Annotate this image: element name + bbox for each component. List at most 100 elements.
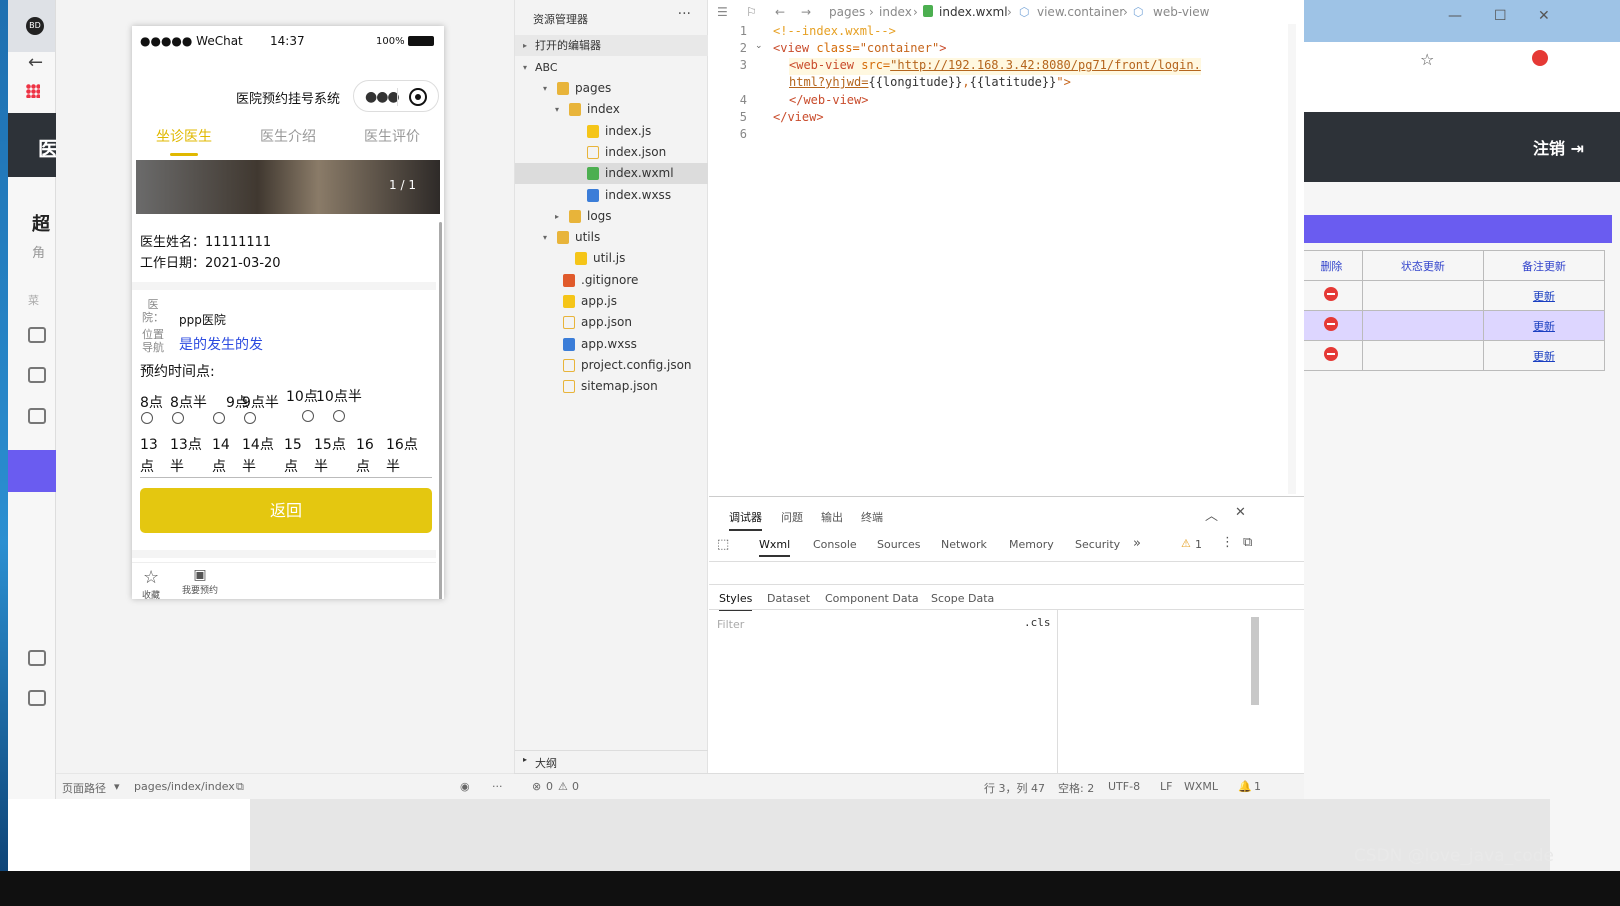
slot-radio[interactable]	[333, 410, 345, 422]
close-miniprogram-icon[interactable]	[409, 88, 427, 106]
tree-item[interactable]: ▸ logs	[515, 206, 708, 227]
star-icon[interactable]: ☆	[1420, 50, 1434, 69]
tree-item[interactable]: index.js	[515, 121, 708, 142]
tree-item[interactable]: app.js	[515, 291, 708, 312]
more-icon[interactable]: ●●●	[365, 89, 400, 105]
more-icon[interactable]: ···	[492, 780, 503, 793]
forward-arrow-icon[interactable]: →	[801, 5, 811, 19]
tab-scope-data[interactable]: Scope Data	[931, 592, 994, 605]
chevron-icon[interactable]: ▾	[555, 99, 559, 120]
maximize-icon[interactable]: ☐	[1494, 8, 1507, 24]
scrollbar[interactable]	[439, 222, 442, 599]
extension-icon[interactable]	[1532, 50, 1548, 66]
delete-icon[interactable]	[1324, 287, 1339, 301]
tree-item[interactable]: ▾ utils	[515, 227, 708, 248]
breadcrumb-item[interactable]: index.wxml	[939, 5, 1008, 19]
capsule-menu[interactable]: ●●●	[353, 80, 439, 112]
slot-radio[interactable]	[172, 412, 184, 424]
chevron-icon[interactable]: ▸	[555, 206, 559, 227]
tree-item[interactable]: index.wxss	[515, 185, 708, 206]
tab-security[interactable]: Security	[1075, 538, 1120, 551]
inspect-icon[interactable]: ⬚	[717, 537, 729, 552]
scrollbar[interactable]	[1251, 617, 1259, 705]
update-link[interactable]: 更新	[1533, 350, 1555, 363]
update-link[interactable]: 更新	[1533, 290, 1555, 303]
apps-grid-icon[interactable]	[26, 84, 40, 98]
slot-radio[interactable]	[141, 412, 153, 424]
slot-radio[interactable]	[244, 412, 256, 424]
slot-radio[interactable]	[213, 412, 225, 424]
styles-filter-input[interactable]: Filter	[709, 612, 1054, 634]
tree-item[interactable]: project.config.json	[515, 355, 708, 376]
cursor-position[interactable]: 行 3，列 47	[984, 780, 1045, 796]
tab-doctor-review[interactable]: 医生评价	[340, 122, 444, 156]
tab-memory[interactable]: Memory	[1009, 538, 1054, 551]
tab-terminal[interactable]: 终端	[861, 509, 883, 525]
tab-doctor-intro[interactable]: 医生介绍	[236, 122, 340, 156]
location-link[interactable]: 是的发生的发	[179, 334, 263, 354]
language-mode[interactable]: WXML	[1184, 780, 1218, 793]
tree-item[interactable]: util.js	[515, 248, 708, 269]
favorite-button[interactable]: ☆ 收藏	[142, 567, 160, 599]
copy-icon[interactable]: ⧉	[236, 780, 244, 794]
chevron-down-icon[interactable]: ▾	[114, 780, 120, 793]
tab-doctors-on-duty[interactable]: 坐诊医生	[132, 122, 236, 156]
book-appointment-button[interactable]: ▣ 我要预约	[182, 567, 218, 596]
slot-radio[interactable]	[302, 410, 314, 422]
chevron-icon[interactable]: ▾	[543, 78, 547, 99]
back-button[interactable]: 返回	[140, 488, 432, 533]
menu-item-icon[interactable]	[28, 650, 46, 666]
back-arrow-icon[interactable]: ←	[775, 5, 785, 19]
menu-item-icon[interactable]	[28, 408, 46, 424]
fold-icon[interactable]: ⌄	[755, 41, 763, 51]
more-tabs-icon[interactable]: »	[1133, 536, 1141, 551]
tree-item[interactable]: ▾ index	[515, 99, 708, 120]
eye-icon[interactable]: ◉	[460, 780, 470, 793]
tree-item[interactable]: .gitignore	[515, 270, 708, 291]
tab-network[interactable]: Network	[941, 538, 987, 551]
minimize-icon[interactable]: —	[1448, 8, 1462, 24]
close-icon[interactable]: ✕	[1235, 505, 1246, 520]
tree-item[interactable]: ▾ pages	[515, 78, 708, 99]
tab-wxml[interactable]: Wxml	[759, 538, 791, 557]
menu-item-active[interactable]	[8, 450, 56, 492]
tab-dataset[interactable]: Dataset	[767, 592, 810, 605]
menu-item-icon[interactable]	[28, 367, 46, 383]
tab-debugger[interactable]: 调试器	[729, 509, 762, 531]
warning-icon[interactable]: ⚠	[558, 780, 568, 793]
line-ending[interactable]: LF	[1160, 780, 1172, 793]
breadcrumb-item[interactable]: view.container	[1037, 5, 1124, 19]
tab-component-data[interactable]: Component Data	[825, 592, 919, 605]
breadcrumb-item[interactable]: web-view	[1153, 5, 1209, 19]
project-root[interactable]: ▾ ABC	[515, 57, 708, 78]
list-icon[interactable]: ☰	[717, 5, 728, 19]
back-arrow-icon[interactable]: ←	[28, 52, 43, 73]
tab-sources[interactable]: Sources	[877, 538, 921, 551]
scrollbar[interactable]	[1288, 24, 1296, 494]
more-icon[interactable]: ···	[678, 6, 691, 22]
banner-image[interactable]: 1 / 1	[136, 160, 440, 214]
page-path-label[interactable]: 页面路径	[62, 780, 106, 796]
logout-button[interactable]: 注销 ⇥	[1533, 135, 1584, 159]
tree-item[interactable]: app.json	[515, 312, 708, 333]
tree-item[interactable]: index.json	[515, 142, 708, 163]
breadcrumb-item[interactable]: pages	[829, 5, 865, 19]
tab-console[interactable]: Console	[813, 538, 857, 551]
outline-section[interactable]: ▸ 大纲	[515, 750, 708, 772]
tree-item[interactable]: app.wxss	[515, 334, 708, 355]
encoding[interactable]: UTF-8	[1108, 780, 1140, 793]
delete-icon[interactable]	[1324, 317, 1339, 331]
chevron-up-icon[interactable]: ︿	[1205, 505, 1218, 524]
open-editors[interactable]: ▸ 打开的编辑器	[515, 35, 708, 56]
close-icon[interactable]: ✕	[1538, 8, 1550, 24]
code-editor[interactable]: ☰ ⚐ ← → pages › index › index.wxml › ⬡ v…	[709, 0, 1304, 496]
delete-icon[interactable]	[1324, 347, 1339, 361]
cls-button[interactable]: .cls	[1024, 616, 1051, 629]
dock-icon[interactable]: ⧉	[1243, 535, 1252, 550]
tab-output[interactable]: 输出	[821, 509, 843, 525]
chevron-icon[interactable]: ▾	[543, 227, 547, 248]
error-icon[interactable]: ⊗	[532, 780, 541, 793]
menu-item-icon[interactable]	[28, 690, 46, 706]
menu-item-icon[interactable]	[28, 327, 46, 343]
breadcrumb-item[interactable]: index	[879, 5, 912, 19]
